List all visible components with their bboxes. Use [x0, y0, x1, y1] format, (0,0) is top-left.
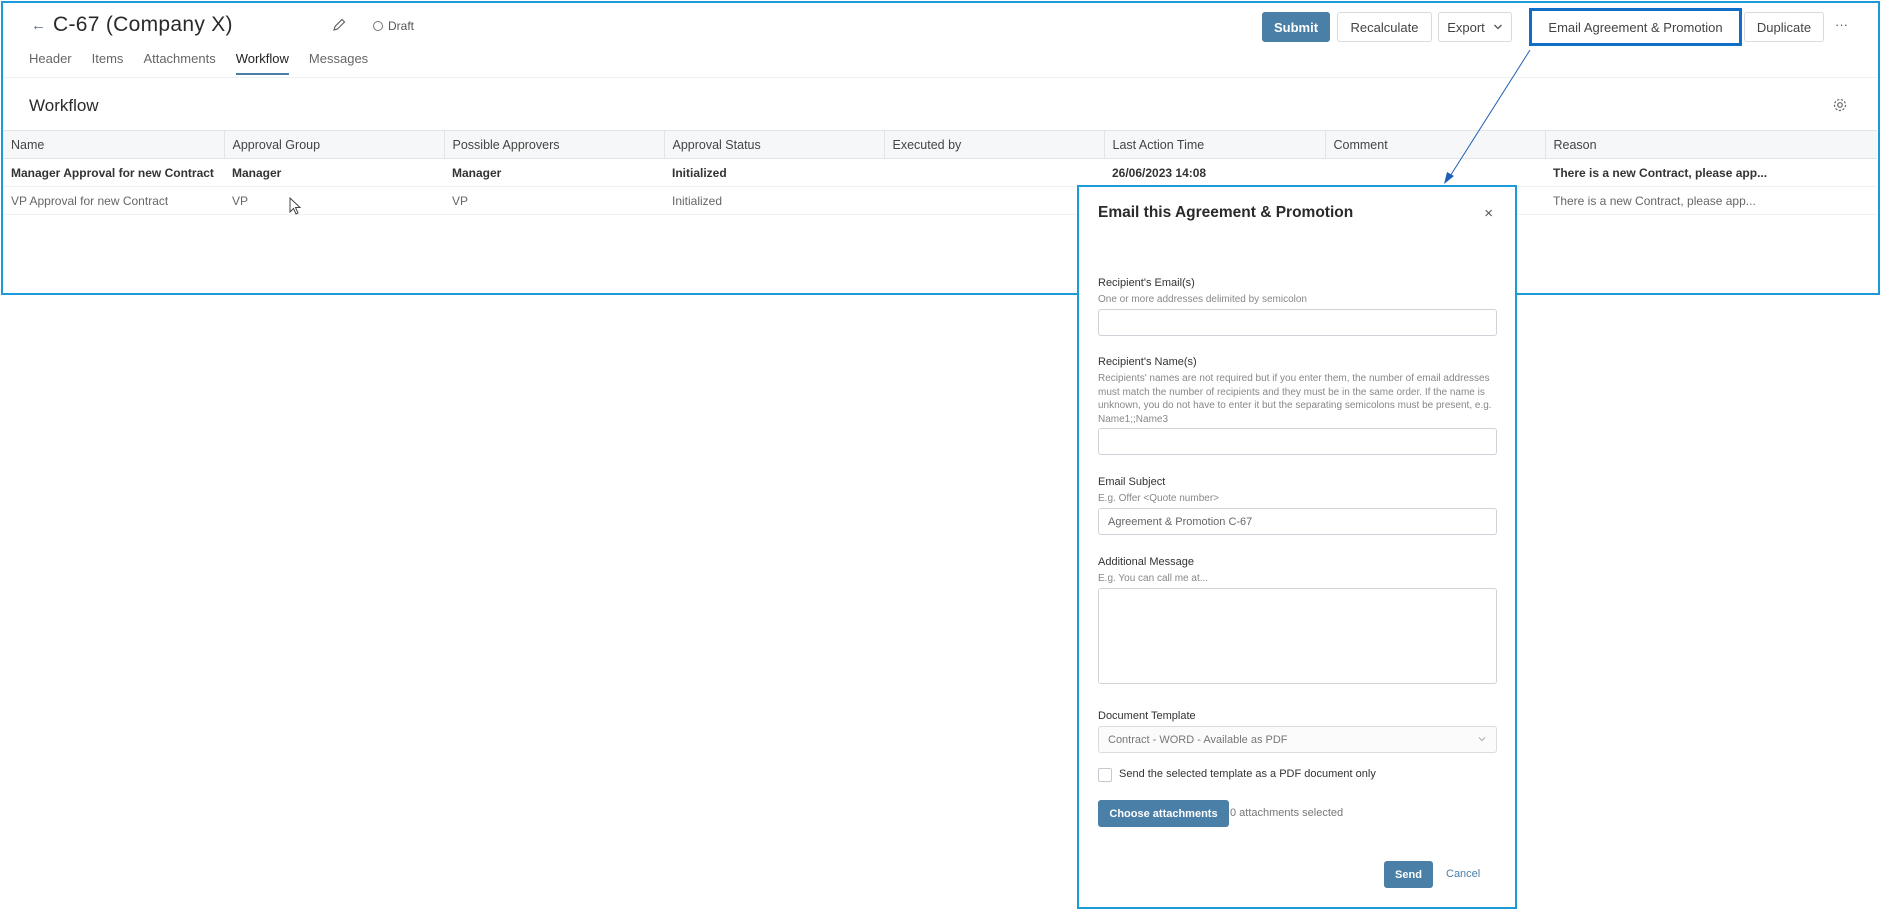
- column-header[interactable]: Reason: [1545, 130, 1877, 159]
- additional-message-textarea[interactable]: [1098, 588, 1497, 684]
- email-subject-input[interactable]: [1098, 508, 1497, 535]
- recipient-email-input[interactable]: [1098, 309, 1497, 336]
- table-cell: VP Approval for new Contract: [3, 186, 224, 215]
- table-cell: [884, 158, 1104, 187]
- submit-button[interactable]: Submit: [1262, 12, 1330, 42]
- table-cell: 26/06/2023 14:08: [1104, 158, 1325, 187]
- duplicate-button[interactable]: Duplicate: [1744, 12, 1824, 42]
- column-header[interactable]: Approval Group: [224, 130, 445, 159]
- tab-divider: [3, 77, 1878, 78]
- table-cell: Initialized: [664, 186, 884, 215]
- tab-attachments[interactable]: Attachments: [143, 51, 215, 75]
- table-header-row: Name Approval Group Possible Approvers A…: [3, 130, 1877, 159]
- recalculate-button[interactable]: Recalculate: [1337, 12, 1432, 42]
- table-cell: VP: [224, 186, 444, 215]
- title-bar: ← C-67 (Company X) Draft Submit Recalcul…: [3, 3, 1878, 46]
- section-title: Workflow: [29, 96, 99, 115]
- pdf-only-label: Send the selected template as a PDF docu…: [1119, 768, 1376, 780]
- column-header[interactable]: Last Action Time: [1104, 130, 1326, 159]
- workflow-table: Name Approval Group Possible Approvers A…: [3, 130, 1877, 215]
- status-circle-icon: [373, 21, 383, 31]
- column-header[interactable]: Possible Approvers: [444, 130, 665, 159]
- email-subject-help: E.g. Offer <Quote number>: [1098, 493, 1219, 504]
- table-cell: Initialized: [664, 158, 884, 187]
- email-subject-label: Email Subject: [1098, 476, 1166, 488]
- pencil-icon[interactable]: [331, 17, 347, 33]
- send-button[interactable]: Send: [1384, 861, 1433, 888]
- document-template-label: Document Template: [1098, 710, 1196, 722]
- table-cell: There is a new Contract, please app...: [1545, 186, 1877, 215]
- recipient-email-help: One or more addresses delimited by semic…: [1098, 294, 1307, 305]
- tab-items[interactable]: Items: [92, 51, 124, 75]
- table-cell: [884, 186, 1104, 215]
- gear-icon[interactable]: [1832, 97, 1848, 113]
- close-icon[interactable]: ×: [1484, 205, 1493, 222]
- table-cell: There is a new Contract, please app...: [1545, 158, 1877, 187]
- dialog-title: Email this Agreement & Promotion: [1098, 204, 1354, 221]
- table-row[interactable]: Manager Approval for new Contract Manage…: [3, 158, 1877, 187]
- column-header[interactable]: Approval Status: [664, 130, 885, 159]
- status-label: Draft: [388, 19, 415, 33]
- chevron-down-icon: [1478, 737, 1486, 742]
- tab-workflow[interactable]: Workflow: [235, 51, 289, 75]
- table-cell: Manager: [444, 158, 664, 187]
- back-arrow-icon[interactable]: ←: [31, 17, 46, 34]
- recipient-name-label: Recipient's Name(s): [1098, 356, 1197, 368]
- additional-message-label: Additional Message: [1098, 556, 1195, 568]
- tab-messages[interactable]: Messages: [309, 51, 368, 75]
- column-header[interactable]: Executed by: [884, 130, 1105, 159]
- choose-attachments-button[interactable]: Choose attachments: [1098, 800, 1229, 827]
- table-row[interactable]: VP Approval for new Contract VP VP Initi…: [3, 186, 1877, 215]
- more-options-icon[interactable]: ···: [1835, 17, 1848, 32]
- attachments-count: 0 attachments selected: [1230, 807, 1344, 819]
- status-badge: Draft: [373, 19, 414, 33]
- recipient-email-label: Recipient's Email(s): [1098, 277, 1195, 289]
- page-title: C-67 (Company X): [53, 13, 233, 36]
- chevron-down-icon: [1493, 24, 1502, 30]
- document-template-value: Contract - WORD - Available as PDF: [1108, 733, 1288, 746]
- document-template-select[interactable]: Contract - WORD - Available as PDF: [1098, 726, 1497, 753]
- column-header[interactable]: Name: [3, 130, 225, 159]
- table-cell: Manager Approval for new Contract: [3, 158, 224, 187]
- table-cell: [1325, 158, 1545, 187]
- recipient-name-input[interactable]: [1098, 428, 1497, 455]
- mouse-pointer-icon: [289, 197, 302, 215]
- recipient-name-help: Recipients' names are not required but i…: [1098, 373, 1492, 425]
- table-cell: Manager: [224, 158, 444, 187]
- email-dialog: Email this Agreement & Promotion × Recip…: [1077, 185, 1517, 909]
- table-cell: VP: [444, 186, 664, 215]
- tab-bar: Header Items Attachments Workflow Messag…: [29, 51, 388, 75]
- cancel-link[interactable]: Cancel: [1446, 868, 1480, 880]
- email-agreement-button[interactable]: Email Agreement & Promotion: [1529, 8, 1742, 46]
- export-button[interactable]: Export: [1438, 12, 1512, 42]
- export-label: Export: [1447, 19, 1485, 35]
- column-header[interactable]: Comment: [1325, 130, 1546, 159]
- additional-message-help: E.g. You can call me at...: [1098, 573, 1209, 584]
- pdf-only-checkbox[interactable]: [1098, 768, 1112, 782]
- tab-header[interactable]: Header: [29, 51, 72, 75]
